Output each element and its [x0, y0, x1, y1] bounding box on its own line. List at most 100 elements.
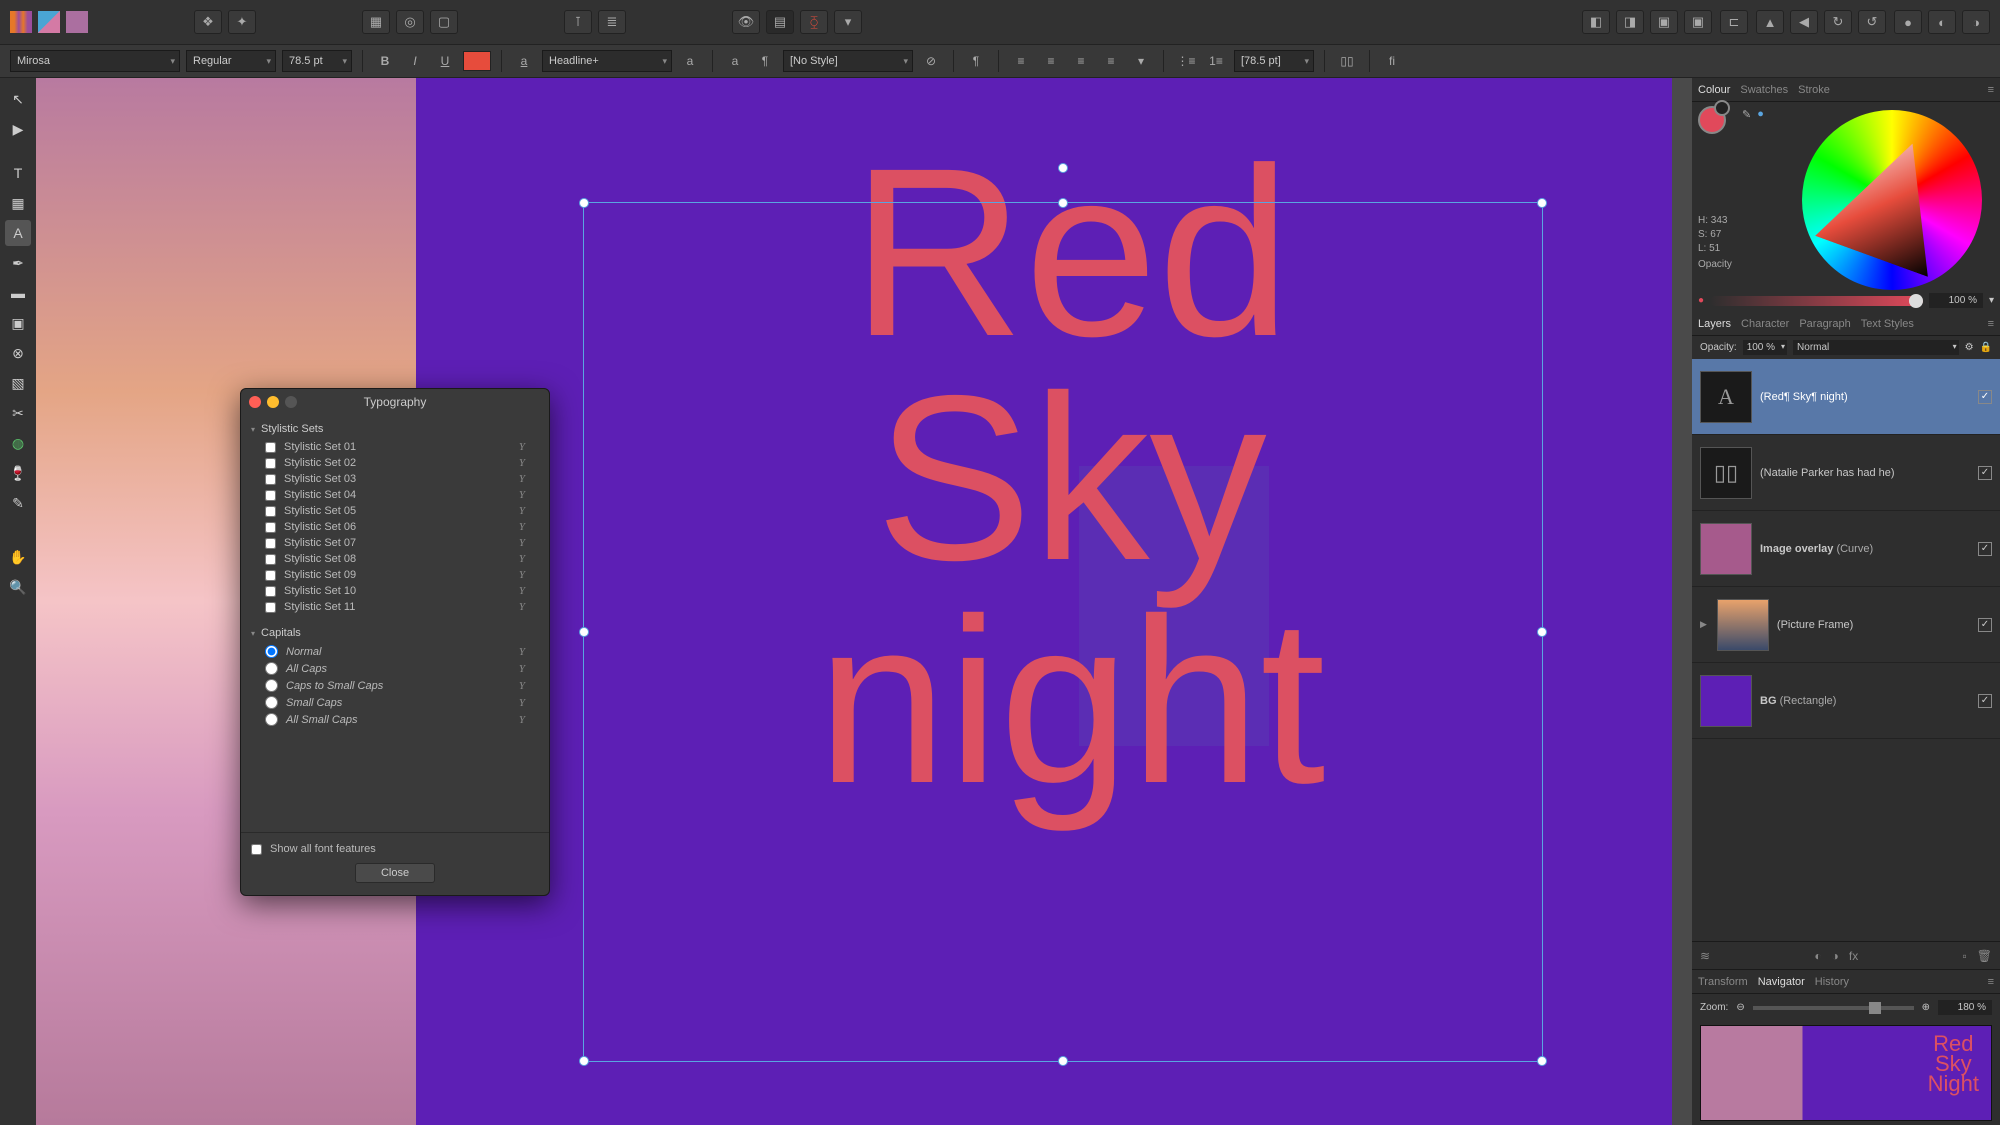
view-mode-button[interactable]: ▦ [362, 10, 390, 34]
text-color-swatch[interactable] [463, 51, 491, 71]
tab-text-styles[interactable]: Text Styles [1861, 318, 1914, 330]
italic-button[interactable]: I [403, 50, 427, 72]
app-icon-publisher[interactable] [10, 11, 32, 33]
number-list-button[interactable]: 1≡ [1204, 50, 1228, 72]
add-layer-icon[interactable]: ▫ [1963, 949, 1967, 963]
pen-tool[interactable]: ✒ [5, 250, 31, 276]
panel-menu-icon[interactable]: ≡ [1988, 976, 1994, 988]
eye-button[interactable]: 👁 [732, 10, 760, 34]
place-image-tool[interactable]: ▧ [5, 370, 31, 396]
stylistic-set-row[interactable]: Stylistic Set 04Y [251, 487, 539, 503]
zoom-out-icon[interactable]: ⊖ [1736, 1002, 1744, 1013]
layer-row[interactable]: ▯▯ (Natalie Parker has had he) ✓ [1692, 435, 2000, 511]
lock-icon[interactable]: 🔒 [1980, 342, 1992, 353]
layer-row[interactable]: ▶ (Picture Frame) ✓ [1692, 587, 2000, 663]
snapping-menu[interactable]: ▾ [834, 10, 862, 34]
visibility-checkbox[interactable]: ✓ [1978, 542, 1992, 556]
stylistic-sets-header[interactable]: Stylistic Sets [251, 419, 539, 439]
align-left-text[interactable]: ≡ [1009, 50, 1033, 72]
typography-titlebar[interactable]: Typography [241, 389, 549, 415]
tab-navigator[interactable]: Navigator [1758, 976, 1805, 988]
app-icon-designer[interactable] [38, 11, 60, 33]
stylistic-set-row[interactable]: Stylistic Set 07Y [251, 535, 539, 551]
visibility-checkbox[interactable]: ✓ [1978, 618, 1992, 632]
fill-tool[interactable]: ◍ [5, 430, 31, 456]
align-menu[interactable]: ▾ [1129, 50, 1153, 72]
show-all-features-row[interactable]: Show all font features [251, 841, 539, 857]
baseline-button[interactable]: ⊺ [564, 10, 592, 34]
clip-button[interactable]: ▢ [430, 10, 458, 34]
paragraph-style-dropdown[interactable]: Headline+ [542, 50, 672, 72]
handle-top-left[interactable] [579, 198, 589, 208]
columns-button[interactable]: ▯▯ [1335, 50, 1359, 72]
tab-character[interactable]: Character [1741, 318, 1789, 330]
bold-button[interactable]: B [373, 50, 397, 72]
ligature-button[interactable]: fi [1380, 50, 1404, 72]
text-style-dropdown[interactable]: [No Style] [783, 50, 913, 72]
persona-button[interactable]: ❖ [194, 10, 222, 34]
flip-h-button[interactable]: ▲ [1756, 10, 1784, 34]
delete-layer-icon[interactable]: 🗑 [1977, 949, 1992, 963]
style-clear-button[interactable]: ⊘ [919, 50, 943, 72]
visibility-checkbox[interactable]: ✓ [1978, 390, 1992, 404]
rotate-ccw-button[interactable]: ↺ [1858, 10, 1886, 34]
stylistic-set-row[interactable]: Stylistic Set 10Y [251, 583, 539, 599]
stylistic-set-row[interactable]: Stylistic Set 03Y [251, 471, 539, 487]
visibility-checkbox[interactable]: ✓ [1978, 694, 1992, 708]
panel-menu-icon[interactable]: ≡ [1988, 318, 1994, 330]
layer-row[interactable]: A (Red¶ Sky¶ night) ✓ [1692, 359, 2000, 435]
resource-button[interactable]: ● [1894, 10, 1922, 34]
help-button[interactable]: ◑ [1962, 10, 1990, 34]
layer-row[interactable]: BG (Rectangle) ✓ [1692, 663, 2000, 739]
opacity-slider[interactable] [1710, 296, 1923, 306]
opacity-menu-icon[interactable]: ▾ [1989, 295, 1994, 306]
char-style-button[interactable]: a [512, 50, 536, 72]
layers-stack-icon[interactable]: ≋ [1700, 949, 1710, 963]
handle-mid-right[interactable] [1537, 627, 1547, 637]
tab-paragraph[interactable]: Paragraph [1799, 318, 1850, 330]
pilcrow-button[interactable]: ¶ [753, 50, 777, 72]
fx-icon[interactable]: fx [1849, 949, 1858, 963]
tab-stroke[interactable]: Stroke [1798, 84, 1830, 96]
font-family-dropdown[interactable]: Mirosa [10, 50, 180, 72]
capitals-row[interactable]: Small CapsY [251, 694, 539, 711]
handle-mid-left[interactable] [579, 627, 589, 637]
eyedropper-tool[interactable]: ✎ [5, 490, 31, 516]
stylistic-set-row[interactable]: Stylistic Set 01Y [251, 439, 539, 455]
rectangle-tool[interactable]: ▬ [5, 280, 31, 306]
align-justify-text[interactable]: ≡ [1099, 50, 1123, 72]
handle-top-right[interactable] [1537, 198, 1547, 208]
align-right-text[interactable]: ≡ [1069, 50, 1093, 72]
stroke-colour-icon[interactable] [1714, 100, 1730, 116]
navigator-preview[interactable]: Red Sky Night [1700, 1025, 1992, 1121]
layer-row[interactable]: Image overlay (Curve) ✓ [1692, 511, 2000, 587]
gear-icon[interactable]: ⚙ [1965, 342, 1974, 353]
handle-bottom-left[interactable] [579, 1056, 589, 1066]
stylistic-set-row[interactable]: Stylistic Set 11Y [251, 599, 539, 615]
eyedropper-icon[interactable]: ✎ [1742, 108, 1751, 121]
handle-top-mid[interactable] [1058, 198, 1068, 208]
table-tool[interactable]: ▦ [5, 190, 31, 216]
capitals-row[interactable]: All CapsY [251, 660, 539, 677]
ellipse-tool[interactable]: ⊗ [5, 340, 31, 366]
opacity-value[interactable]: 100 % [1929, 293, 1983, 308]
frame-text-tool[interactable]: T [5, 160, 31, 186]
tab-transform[interactable]: Transform [1698, 976, 1748, 988]
stylistic-set-row[interactable]: Stylistic Set 08Y [251, 551, 539, 567]
leading-dropdown[interactable]: [78.5 pt] [1234, 50, 1314, 72]
hand-tool[interactable]: ✋ [5, 544, 31, 570]
transparency-tool[interactable]: 🍷 [5, 460, 31, 486]
preflight-button[interactable]: ✦ [228, 10, 256, 34]
zoom-tool[interactable]: 🔍 [5, 574, 31, 600]
fill-stroke-selector[interactable] [1698, 106, 1726, 134]
colour-dot-icon[interactable]: ● [1757, 108, 1764, 121]
char-a-button[interactable]: a [678, 50, 702, 72]
capitals-row[interactable]: NormalY [251, 643, 539, 660]
capitals-row[interactable]: Caps to Small CapsY [251, 677, 539, 694]
expand-arrow-icon[interactable]: ▶ [1700, 619, 1707, 630]
zoom-in-icon[interactable]: ⊕ [1922, 1002, 1930, 1013]
small-a-button[interactable]: a [723, 50, 747, 72]
canvas[interactable]: Red Sky night Natalie Parker has had her… [36, 78, 1692, 1125]
panel-menu-icon[interactable]: ≡ [1988, 84, 1994, 96]
arrange-backward-button[interactable]: ▣ [1650, 10, 1678, 34]
